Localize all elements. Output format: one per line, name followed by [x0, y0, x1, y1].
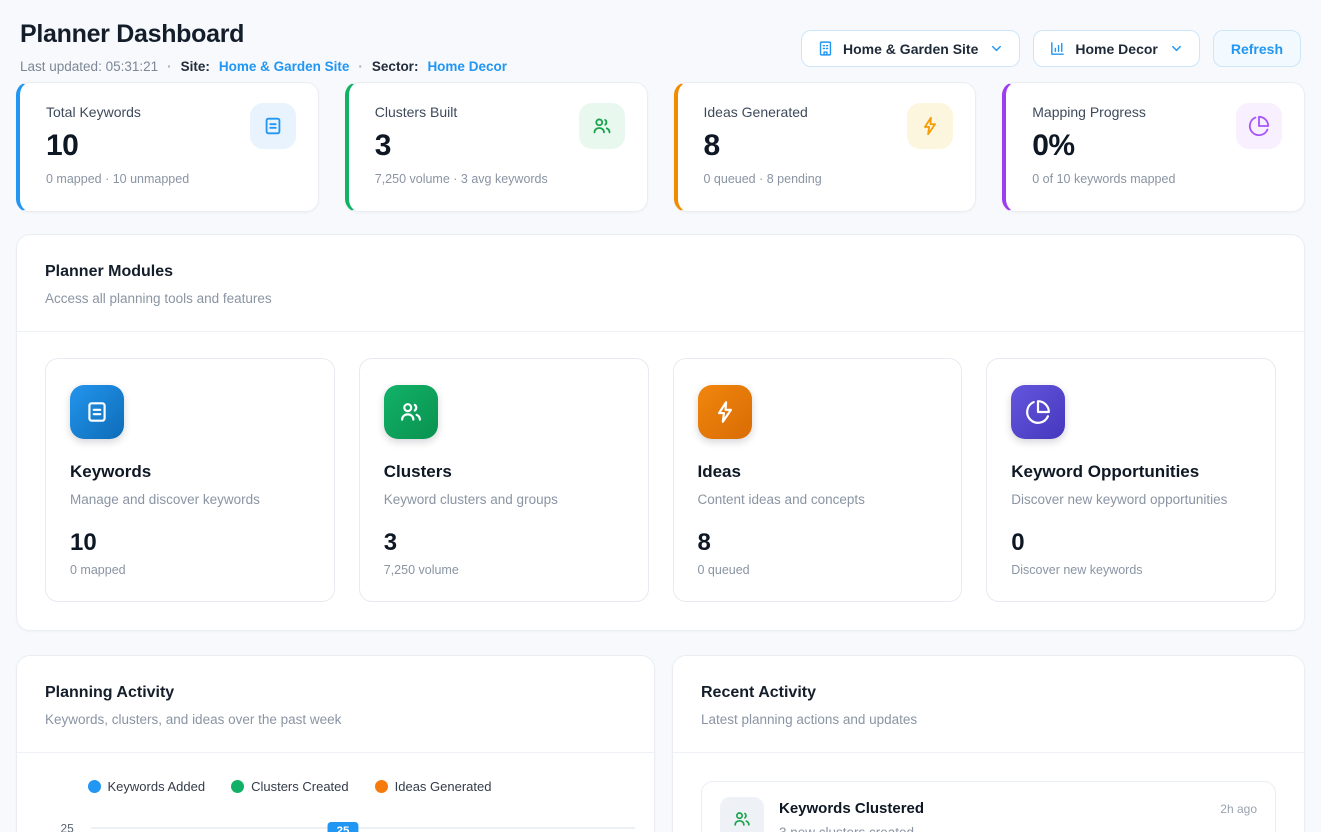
bar-chart-icon	[1049, 40, 1066, 57]
pie-chart-icon	[1011, 385, 1065, 439]
module-subtext: 0 mapped	[70, 563, 310, 577]
module-description: Content ideas and concepts	[698, 492, 938, 507]
chevron-down-icon	[1169, 41, 1184, 56]
section-subtitle: Keywords, clusters, and ideas over the p…	[45, 712, 626, 727]
planning-activity-panel: Planning Activity Keywords, clusters, an…	[16, 655, 655, 832]
module-value: 10	[70, 529, 310, 557]
recent-activity-panel: Recent Activity Latest planning actions …	[672, 655, 1305, 832]
y-axis-tick: 25	[61, 821, 75, 832]
legend-label: Ideas Generated	[395, 779, 492, 794]
legend-dot	[88, 780, 101, 793]
module-title: Ideas	[698, 462, 938, 482]
module-subtext: 7,250 volume	[384, 563, 624, 577]
legend-label: Keywords Added	[108, 779, 206, 794]
users-icon	[384, 385, 438, 439]
stat-card-clusters-built: Clusters Built 3 7,250 volume · 3 avg ke…	[345, 82, 648, 212]
pie-chart-icon	[1236, 103, 1282, 149]
activity-title: Keywords Clustered	[779, 800, 1205, 817]
planner-modules-panel: Planner Modules Access all planning tool…	[16, 234, 1305, 631]
legend-label: Clusters Created	[251, 779, 349, 794]
stat-card-total-keywords: Total Keywords 10 0 mapped · 10 unmapped	[16, 82, 319, 212]
module-title: Keywords	[70, 462, 310, 482]
chevron-down-icon	[989, 41, 1004, 56]
module-subtext: 0 queued	[698, 563, 938, 577]
page-title: Planner Dashboard	[20, 22, 507, 47]
module-card-keywords[interactable]: Keywords Manage and discover keywords 10…	[45, 358, 335, 602]
site-link[interactable]: Home & Garden Site	[219, 59, 350, 74]
section-subtitle: Access all planning tools and features	[45, 291, 1276, 306]
last-updated-text: Last updated: 05:31:21	[20, 59, 158, 74]
planner-dashboard-page: Planner Dashboard Last updated: 05:31:21…	[0, 0, 1321, 832]
chart-legend: Keywords Added Clusters Created Ideas Ge…	[0, 779, 608, 794]
legend-dot	[231, 780, 244, 793]
site-label: Site:	[181, 59, 210, 74]
legend-item-ideas-generated: Ideas Generated	[375, 779, 492, 794]
module-card-clusters[interactable]: Clusters Keyword clusters and groups 3 7…	[359, 358, 649, 602]
activity-item-body: Keywords Clustered 3 new clusters create…	[779, 797, 1205, 832]
modules-grid: Keywords Manage and discover keywords 10…	[17, 332, 1304, 630]
legend-dot	[375, 780, 388, 793]
activity-description: 3 new clusters created	[779, 825, 1205, 832]
section-subtitle: Latest planning actions and updates	[701, 712, 1276, 727]
module-title: Keyword Opportunities	[1011, 462, 1251, 482]
document-icon	[70, 385, 124, 439]
activity-item-keywords-clustered: Keywords Clustered 3 new clusters create…	[701, 781, 1276, 832]
sector-link[interactable]: Home Decor	[427, 59, 507, 74]
module-description: Keyword clusters and groups	[384, 492, 624, 507]
divider	[673, 752, 1304, 753]
meta-separator: ·	[358, 59, 363, 74]
module-value: 8	[698, 529, 938, 557]
stat-subtext: 0 mapped · 10 unmapped	[46, 172, 294, 186]
top-bar: Planner Dashboard Last updated: 05:31:21…	[16, 22, 1305, 74]
module-card-keyword-opportunities[interactable]: Keyword Opportunities Discover new keywo…	[986, 358, 1276, 602]
activity-timestamp: 2h ago	[1220, 797, 1257, 816]
header-meta: Last updated: 05:31:21 · Site: Home & Ga…	[20, 59, 507, 74]
site-selector-value: Home & Garden Site	[843, 41, 978, 57]
bolt-icon	[907, 103, 953, 149]
stat-subtext: 7,250 volume · 3 avg keywords	[375, 172, 623, 186]
module-description: Manage and discover keywords	[70, 492, 310, 507]
stats-row: Total Keywords 10 0 mapped · 10 unmapped…	[16, 82, 1305, 212]
bolt-icon	[698, 385, 752, 439]
stat-card-mapping-progress: Mapping Progress 0% 0 of 10 keywords map…	[1002, 82, 1305, 212]
section-title: Planner Modules	[45, 263, 1276, 281]
bottom-row: Planning Activity Keywords, clusters, an…	[16, 655, 1305, 832]
stat-subtext: 0 queued · 8 pending	[704, 172, 952, 186]
stat-card-ideas-generated: Ideas Generated 8 0 queued · 8 pending	[674, 82, 977, 212]
point-label-badge: 25	[328, 822, 359, 832]
building-icon	[817, 40, 834, 57]
meta-separator: ·	[167, 59, 172, 74]
document-icon	[250, 103, 296, 149]
section-title: Recent Activity	[701, 684, 1276, 702]
users-icon	[720, 797, 764, 832]
module-value: 0	[1011, 529, 1251, 557]
planning-activity-chart: 25 25 24	[17, 803, 654, 832]
recent-activity-header: Recent Activity Latest planning actions …	[673, 656, 1304, 752]
divider	[17, 752, 654, 753]
legend-item-keywords-added: Keywords Added	[88, 779, 206, 794]
header-controls: Home & Garden Site Home Decor Refresh	[801, 30, 1301, 67]
stat-subtext: 0 of 10 keywords mapped	[1032, 172, 1280, 186]
sector-label: Sector:	[372, 59, 419, 74]
module-subtext: Discover new keywords	[1011, 563, 1251, 577]
svg-text:25: 25	[337, 825, 350, 832]
sector-selector-dropdown[interactable]: Home Decor	[1033, 30, 1199, 67]
module-description: Discover new keyword opportunities	[1011, 492, 1251, 507]
legend-item-clusters-created: Clusters Created	[231, 779, 349, 794]
planning-activity-header: Planning Activity Keywords, clusters, an…	[17, 656, 654, 752]
module-card-ideas[interactable]: Ideas Content ideas and concepts 8 0 que…	[673, 358, 963, 602]
header-left: Planner Dashboard Last updated: 05:31:21…	[20, 22, 507, 74]
refresh-button[interactable]: Refresh	[1213, 30, 1301, 67]
module-value: 3	[384, 529, 624, 557]
users-icon	[579, 103, 625, 149]
sector-selector-value: Home Decor	[1075, 41, 1157, 57]
module-title: Clusters	[384, 462, 624, 482]
planner-modules-header: Planner Modules Access all planning tool…	[17, 235, 1304, 331]
site-selector-dropdown[interactable]: Home & Garden Site	[801, 30, 1020, 67]
section-title: Planning Activity	[45, 684, 626, 702]
